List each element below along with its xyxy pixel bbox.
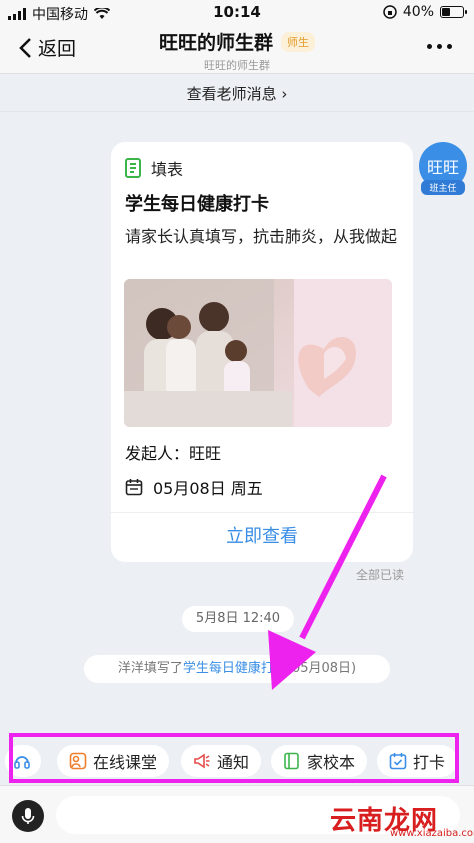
notice-prefix: 洋洋填写了 (117, 661, 183, 676)
card-type-label: 填表 (151, 160, 184, 179)
battery-icon (440, 6, 467, 18)
avatar-role: 班主任 (421, 180, 465, 195)
group-title: 旺旺的师生群 (158, 32, 273, 54)
notice-suffix: (05月08日) (286, 661, 357, 676)
form-card[interactable]: 填表 学生每日健康打卡 请家长认真填写，抗击肺炎，从我做起 发起人：旺旺 05月… (111, 142, 413, 562)
chat-header: 返回 旺旺的师生群 师生 旺旺的师生群 (0, 24, 474, 74)
more-options-button[interactable] (427, 44, 452, 49)
voice-button[interactable] (12, 800, 44, 832)
avatar-name: 旺旺 (426, 158, 459, 177)
group-subtitle: 旺旺的师生群 (204, 59, 270, 72)
divider (111, 512, 413, 513)
watermark-url: www.xiazaiba.com (390, 828, 474, 839)
toolbar-highlight-box (9, 733, 459, 783)
card-description: 请家长认真填写，抗击肺炎，从我做起 (125, 227, 398, 246)
battery-percent: 40% (402, 4, 434, 20)
orientation-lock-icon (383, 5, 397, 19)
status-bar: 中国移动 10:14 40% (0, 0, 474, 24)
group-badge: 师生 (281, 31, 315, 52)
notice-link[interactable]: 学生每日健康打卡 (183, 661, 287, 676)
view-now-button[interactable]: 立即查看 (111, 522, 413, 548)
microphone-icon (21, 808, 35, 824)
card-date-label: 05月08日 周五 (153, 479, 263, 498)
read-status: 全部已读 (356, 568, 405, 582)
view-teacher-messages-link[interactable]: 查看老师消息 › (0, 76, 474, 112)
system-notice: 洋洋填写了学生每日健康打卡(05月08日) (84, 655, 390, 683)
timestamp: 5月8日 12:40 (182, 606, 294, 632)
card-initiator: 发起人：旺旺 (125, 444, 222, 463)
family-photo (124, 279, 392, 427)
card-title: 学生每日健康打卡 (125, 194, 269, 215)
avatar[interactable]: 旺旺 班主任 (419, 142, 467, 195)
calendar-icon (125, 479, 143, 496)
form-icon (125, 158, 141, 178)
